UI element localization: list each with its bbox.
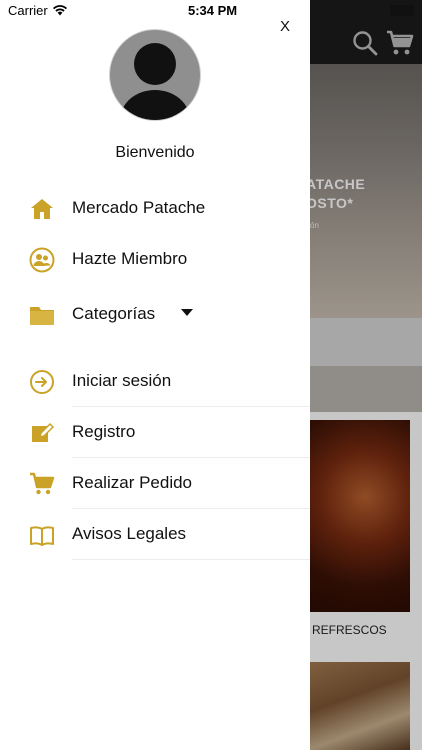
folder-icon — [30, 307, 54, 325]
menu-item-registro[interactable]: Registro — [0, 408, 310, 458]
background-app: ATACHE OSTO* ón REFRESCOS — [310, 0, 422, 750]
menu-item-avisos-legales[interactable]: Avisos Legales — [0, 510, 310, 560]
wifi-icon — [53, 5, 67, 16]
menu-item-iniciar-sesion[interactable]: Iniciar sesión — [0, 357, 310, 407]
avatar — [109, 29, 201, 121]
status-bar: Carrier 5:34 PM — [0, 0, 422, 22]
menu-item-categorias[interactable]: Categorías — [0, 290, 310, 340]
user-icon — [120, 43, 190, 120]
login-icon — [30, 370, 54, 394]
menu-item-label: Avisos Legales — [72, 524, 187, 543]
dim-overlay[interactable] — [310, 0, 422, 750]
chevron-down-icon[interactable] — [181, 309, 193, 316]
navigation-drawer: X Bienvenido Mercado Patache Hazte Miemb… — [0, 0, 310, 750]
battery-icon — [390, 5, 414, 16]
divider — [72, 406, 310, 407]
menu-item-hazte-miembro[interactable]: Hazte Miembro — [0, 235, 310, 285]
members-icon — [29, 247, 55, 273]
edit-icon — [32, 422, 55, 442]
menu-item-label: Iniciar sesión — [72, 371, 172, 390]
status-time: 5:34 PM — [188, 3, 238, 18]
divider — [72, 457, 310, 458]
home-icon — [31, 199, 53, 219]
welcome-text: Bienvenido — [115, 144, 195, 161]
menu-item-realizar-pedido[interactable]: Realizar Pedido — [0, 459, 310, 509]
book-icon — [30, 526, 54, 546]
menu-item-label: Realizar Pedido — [72, 473, 193, 492]
menu-item-label: Registro — [72, 422, 136, 441]
cart-icon — [30, 472, 55, 495]
menu-item-label: Hazte Miembro — [72, 249, 188, 268]
carrier-label: Carrier — [8, 3, 48, 18]
divider — [72, 508, 310, 509]
divider — [72, 559, 310, 560]
menu-item-mercado-patache[interactable]: Mercado Patache — [0, 184, 310, 234]
menu-item-label: Mercado Patache — [72, 198, 206, 217]
menu-item-label: Categorías — [72, 304, 156, 323]
